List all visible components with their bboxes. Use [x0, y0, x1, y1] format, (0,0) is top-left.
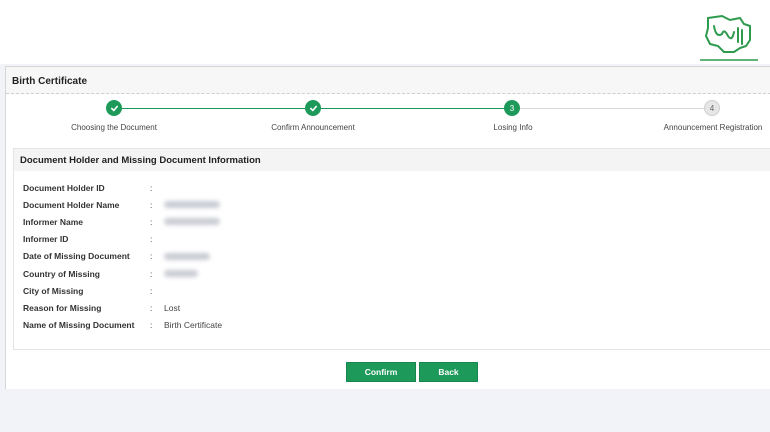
step-2-indicator	[305, 100, 321, 116]
row-colon: :	[150, 216, 153, 227]
redacted-value	[164, 201, 220, 209]
row-colon: :	[150, 199, 153, 210]
progress-stepper: 3 4 Choosing the Document Confirm Announ…	[6, 94, 770, 140]
step-connector	[114, 108, 313, 109]
missing-document-value: Birth Certificate	[164, 320, 223, 331]
info-row: Informer ID :	[23, 231, 222, 248]
row-colon: :	[150, 182, 153, 193]
missing-country-label: Country of Missing	[23, 268, 100, 279]
step-4-label: Announcement Registration	[663, 123, 763, 132]
check-icon	[309, 105, 317, 111]
missing-reason-label: Reason for Missing	[23, 302, 102, 313]
row-colon: :	[150, 320, 153, 331]
row-colon: :	[150, 268, 153, 279]
missing-date-label: Date of Missing Document	[23, 251, 130, 262]
redacted-value	[164, 252, 210, 260]
info-row: Date of Missing Document :	[23, 248, 222, 265]
panel-title: Birth Certificate	[6, 67, 770, 94]
holder-name-label: Document Holder Name	[23, 199, 120, 210]
step-connector	[313, 108, 512, 109]
document-info-section: Document Holder and Missing Document Inf…	[13, 148, 770, 350]
back-button[interactable]: Back	[419, 362, 478, 382]
step-3-indicator: 3	[504, 100, 520, 116]
row-colon: :	[150, 302, 153, 313]
main-panel: Birth Certificate 3 4 Choosing the Docum…	[5, 66, 770, 389]
step-4-indicator: 4	[704, 100, 720, 116]
step-connector	[512, 108, 712, 109]
confirm-button[interactable]: Confirm	[346, 362, 416, 382]
missing-document-label: Name of Missing Document	[23, 320, 135, 331]
step-3-label: Losing Info	[493, 123, 533, 132]
row-colon: :	[150, 234, 153, 245]
site-logo-icon[interactable]	[700, 12, 758, 64]
info-row: Document Holder Name :	[23, 196, 222, 213]
redacted-value	[164, 270, 198, 278]
row-colon: :	[150, 285, 153, 296]
top-bar	[0, 0, 770, 64]
holder-id-label: Document Holder ID	[23, 182, 105, 193]
informer-name-label: Informer Name	[23, 216, 83, 227]
step-1-indicator	[106, 100, 122, 116]
info-row: Country of Missing :	[23, 265, 222, 282]
info-row: City of Missing :	[23, 282, 222, 299]
info-row: Reason for Missing : Lost	[23, 299, 222, 316]
step-2-label: Confirm Announcement	[271, 123, 355, 132]
info-row: Informer Name :	[23, 213, 222, 230]
redacted-value	[164, 218, 220, 226]
informer-id-label: Informer ID	[23, 234, 69, 245]
missing-reason-value: Lost	[164, 302, 181, 313]
check-icon	[110, 105, 118, 111]
step-1-label: Choosing the Document	[71, 123, 157, 132]
section-title: Document Holder and Missing Document Inf…	[14, 149, 770, 171]
info-row: Document Holder ID :	[23, 179, 222, 196]
info-table: Document Holder ID : Document Holder Nam…	[23, 179, 222, 334]
row-colon: :	[150, 251, 153, 262]
info-row: Name of Missing Document : Birth Certifi…	[23, 317, 222, 334]
missing-city-label: City of Missing	[23, 285, 84, 296]
